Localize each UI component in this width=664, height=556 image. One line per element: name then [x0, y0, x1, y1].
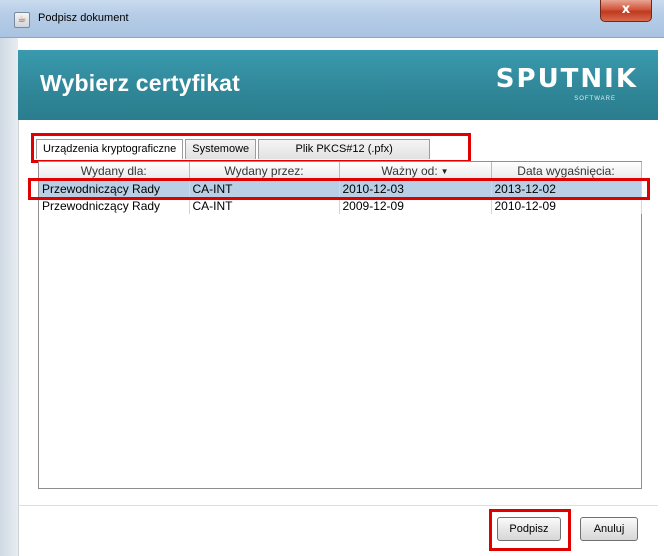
window-title: Podpisz dokument — [38, 12, 129, 24]
desktop-edge — [0, 38, 18, 556]
brand-logo: SPUTNIK — [495, 64, 638, 94]
cancel-button[interactable]: Anuluj — [580, 517, 638, 541]
certificate-table: Wydany dla: Wydany przez: Ważny od: ▼ Dat… — [38, 161, 642, 489]
header-banner: Wybierz certyfikat SPUTNIK SOFTWARE — [18, 50, 658, 120]
page-title: Wybierz certyfikat — [40, 70, 241, 96]
close-button[interactable]: x — [600, 0, 652, 22]
selected-row-highlight-box — [28, 178, 650, 200]
sign-button-highlight-box — [489, 509, 571, 551]
java-app-icon: ☕ — [14, 12, 30, 28]
sort-desc-icon: ▼ — [440, 166, 449, 176]
footer-divider — [18, 505, 658, 506]
tabs-highlight-box — [31, 133, 471, 163]
title-bar: ☕ Podpisz dokument x — [0, 0, 664, 38]
brand-subtitle: SOFTWARE — [574, 96, 616, 102]
